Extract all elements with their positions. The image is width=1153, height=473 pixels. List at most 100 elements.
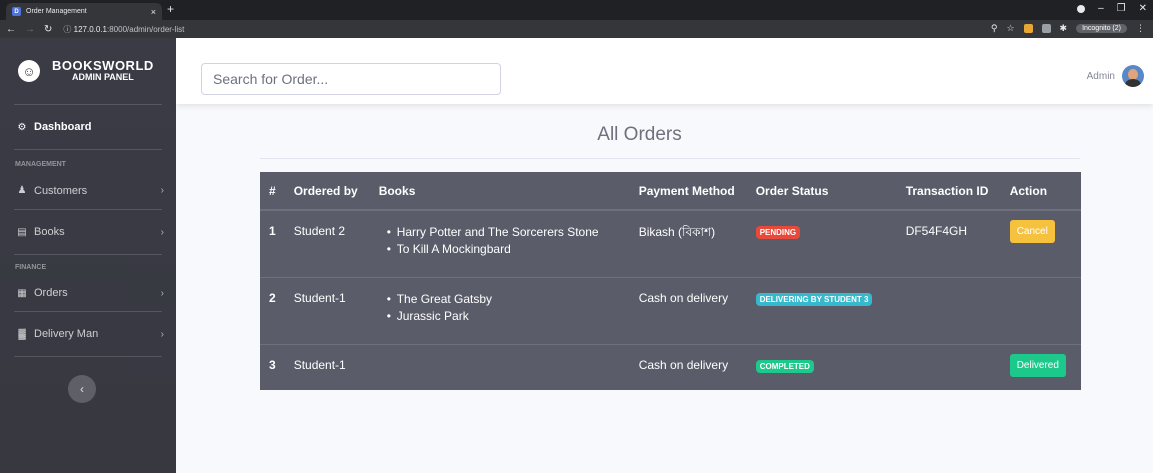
column-header: Ordered by bbox=[284, 172, 370, 211]
sidebar-item-books[interactable]: ▤ Books › bbox=[0, 210, 176, 254]
laugh-wink-icon: ☺ bbox=[18, 60, 40, 82]
browser-tab[interactable]: D Order Management × bbox=[6, 3, 162, 20]
user-dropdown[interactable]: Admin bbox=[1087, 65, 1144, 87]
bookmark-star-icon[interactable]: ☆ bbox=[1006, 23, 1014, 34]
extension-icon[interactable] bbox=[1023, 24, 1033, 33]
chevron-right-icon: › bbox=[160, 226, 164, 238]
ordered-by: Student-1 bbox=[284, 343, 370, 390]
tachometer-icon: ⚙ bbox=[17, 121, 27, 133]
payment-method: Bikash (বিকাশ) bbox=[629, 209, 747, 277]
close-tab-icon[interactable]: × bbox=[151, 7, 156, 17]
order-number: 1 bbox=[260, 209, 285, 277]
new-tab-button[interactable]: + bbox=[167, 2, 174, 16]
sidebar-toggle-button[interactable]: ‹ bbox=[68, 375, 96, 403]
sidebar-item-label: Books bbox=[34, 226, 65, 238]
user-icon: ♟ bbox=[17, 185, 27, 196]
books-cell bbox=[369, 343, 630, 390]
search-input[interactable] bbox=[201, 63, 501, 95]
chevron-right-icon: › bbox=[160, 328, 164, 340]
sidebar-item-customers[interactable]: ♟ Customers › bbox=[0, 172, 176, 209]
delivered-button[interactable]: Delivered bbox=[1009, 353, 1066, 377]
avatar bbox=[1122, 65, 1144, 87]
toolbar-right: ⚲ ☆ ✱ Incognito (2) ⋮ bbox=[991, 23, 1145, 34]
user-name: Admin bbox=[1086, 70, 1115, 82]
account-icon[interactable] bbox=[1077, 4, 1086, 13]
forward-icon[interactable]: → bbox=[25, 24, 35, 35]
brand-link[interactable]: ☺ BOOKSWORLD ADMIN PANEL bbox=[0, 38, 176, 104]
transaction-id bbox=[896, 276, 1001, 344]
column-header: Books bbox=[369, 172, 630, 211]
ordered-by: Student 2 bbox=[284, 209, 370, 277]
address-bar: ← → ↻ ⓘ 127.0.0.1:8000/admin/order-list … bbox=[0, 20, 1153, 38]
ordered-by: Student-1 bbox=[284, 276, 370, 344]
payment-method: Cash on delivery bbox=[629, 343, 747, 390]
chevron-right-icon: › bbox=[160, 287, 164, 299]
transaction-id: DF54F4GH bbox=[896, 209, 1001, 277]
column-header: Action bbox=[1000, 172, 1081, 211]
order-number: 2 bbox=[260, 276, 285, 344]
url-host: 127.0.0.1 bbox=[73, 24, 107, 34]
column-header: Order Status bbox=[746, 172, 897, 211]
zoom-icon[interactable]: ⚲ bbox=[991, 23, 998, 34]
url-path: :8000/admin/order-list bbox=[107, 24, 185, 34]
book-icon: ▤ bbox=[17, 226, 27, 238]
brand-name: BOOKSWORLD bbox=[52, 57, 154, 73]
tab-title: Order Management bbox=[26, 8, 87, 15]
page-title: All Orders bbox=[597, 124, 682, 145]
sidebar-item-dashboard[interactable]: ⚙ Dashboard bbox=[0, 105, 176, 149]
table-header-row: # Ordered by Books Payment Method Order … bbox=[260, 172, 1081, 211]
books-cell: The Great Gatsby Jurassic Park bbox=[369, 276, 630, 344]
back-icon[interactable]: ← bbox=[6, 24, 16, 35]
sidebar-item-delivery-man[interactable]: ▓ Delivery Man › bbox=[0, 312, 176, 356]
transaction-id bbox=[896, 343, 1001, 390]
sidebar-item-orders[interactable]: ▦ Orders › bbox=[0, 275, 176, 311]
books-list: The Great Gatsby Jurassic Park bbox=[379, 291, 621, 325]
payment-method: Cash on delivery bbox=[629, 276, 747, 344]
orders-table: # Ordered by Books Payment Method Order … bbox=[260, 172, 1081, 390]
sidebar-item-label: Dashboard bbox=[34, 121, 92, 133]
incognito-badge[interactable]: Incognito (2) bbox=[1076, 24, 1127, 33]
sidebar: ☺ BOOKSWORLD ADMIN PANEL ⚙ Dashboard MAN… bbox=[0, 38, 176, 473]
table-row: 1 Student 2 Harry Potter and The Sorcere… bbox=[260, 209, 1081, 277]
status-cell: PENDING bbox=[746, 209, 897, 277]
column-header: # bbox=[260, 172, 285, 211]
title-divider bbox=[260, 158, 1080, 159]
extension-icon[interactable] bbox=[1041, 24, 1051, 33]
chevron-right-icon: › bbox=[160, 185, 164, 196]
table-row: 2 Student-1 The Great Gatsby Jurassic Pa… bbox=[260, 276, 1081, 344]
status-cell: DELIVERING BY STUDENT 3 bbox=[746, 276, 897, 344]
action-cell bbox=[1000, 276, 1081, 344]
chevron-left-icon: ‹ bbox=[80, 382, 84, 396]
extensions-puzzle-icon[interactable]: ✱ bbox=[1060, 23, 1068, 34]
url-field[interactable]: ⓘ 127.0.0.1:8000/admin/order-list bbox=[63, 24, 184, 35]
chart-bar-icon: ▓ bbox=[18, 328, 26, 340]
order-number: 3 bbox=[260, 343, 285, 390]
maximize-icon[interactable]: ❐ bbox=[1117, 3, 1126, 14]
table-icon: ▦ bbox=[17, 287, 27, 299]
close-window-icon[interactable]: ✕ bbox=[1139, 3, 1147, 14]
status-badge: PENDING bbox=[755, 226, 801, 239]
sidebar-heading-management: MANAGEMENT bbox=[15, 161, 66, 168]
column-header: Payment Method bbox=[629, 172, 747, 211]
status-badge: COMPLETED bbox=[755, 359, 814, 373]
book-item: The Great Gatsby bbox=[387, 291, 621, 308]
minimize-icon[interactable]: – bbox=[1098, 3, 1104, 14]
sidebar-item-label: Orders bbox=[34, 287, 68, 299]
sidebar-divider bbox=[14, 356, 162, 357]
books-list: Harry Potter and The Sorcerers Stone To … bbox=[379, 224, 621, 258]
cancel-button[interactable]: Cancel bbox=[1009, 220, 1055, 243]
table-row: 3 Student-1 Cash on delivery COMPLETED D… bbox=[260, 343, 1081, 390]
status-badge: DELIVERING BY STUDENT 3 bbox=[755, 292, 873, 306]
menu-icon[interactable]: ⋮ bbox=[1136, 23, 1145, 34]
reload-icon[interactable]: ↻ bbox=[44, 24, 52, 35]
action-cell: Delivered bbox=[1000, 343, 1081, 390]
browser-tab-bar: D Order Management × + – ❐ ✕ bbox=[0, 0, 1153, 20]
status-cell: COMPLETED bbox=[746, 343, 897, 390]
books-cell: Harry Potter and The Sorcerers Stone To … bbox=[369, 209, 630, 277]
book-item: Harry Potter and The Sorcerers Stone bbox=[387, 224, 621, 241]
window-controls: – ❐ ✕ bbox=[1077, 3, 1147, 14]
topbar: Admin bbox=[176, 38, 1153, 104]
column-header: Transaction ID bbox=[896, 172, 1001, 211]
brand-text: BOOKSWORLD ADMIN PANEL bbox=[52, 57, 154, 83]
book-item: To Kill A Mockingbard bbox=[387, 241, 621, 258]
